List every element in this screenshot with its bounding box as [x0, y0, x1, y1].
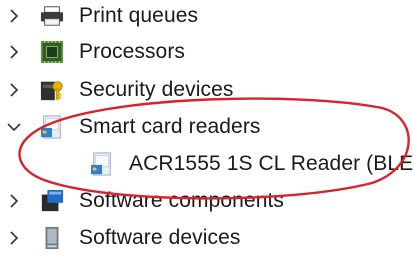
tree-item-label: Smart card readers: [79, 115, 261, 138]
tree-item-label: ACR1555 1S CL Reader (BLE): [129, 152, 414, 175]
software-device-icon: [40, 226, 64, 250]
tree-item-software-components[interactable]: Software components: [6, 183, 284, 219]
chevron-right-icon[interactable]: [6, 228, 22, 248]
tree-item-label: Software components: [79, 189, 285, 212]
device-manager-tree: Print queues Processors Security devices…: [0, 0, 414, 257]
chevron-right-icon[interactable]: [6, 80, 22, 100]
tree-item-software-devices[interactable]: Software devices: [6, 220, 241, 256]
chevron-right-icon[interactable]: [6, 42, 22, 62]
tree-item-processors[interactable]: Processors: [6, 34, 185, 70]
tree-item-smart-card-readers[interactable]: Smart card readers: [6, 109, 261, 145]
tree-item-label: Security devices: [79, 78, 234, 101]
software-components-icon: [40, 189, 64, 213]
tree-item-label: Processors: [79, 40, 186, 63]
printer-icon: [40, 4, 64, 28]
chevron-right-icon[interactable]: [6, 191, 22, 211]
tree-item-label: Print queues: [79, 4, 199, 27]
chevron-right-icon[interactable]: [6, 6, 22, 26]
tree-item-security-devices[interactable]: Security devices: [6, 72, 234, 108]
processor-icon: [40, 40, 64, 64]
security-key-icon: [40, 78, 64, 102]
tree-item-print-queues[interactable]: Print queues: [6, 0, 198, 34]
tree-item-acr1555-reader[interactable]: ACR1555 1S CL Reader (BLE): [90, 146, 414, 182]
chevron-down-icon[interactable]: [6, 117, 22, 137]
tree-item-label: Software devices: [79, 226, 241, 249]
smart-card-reader-icon: [90, 152, 114, 176]
smart-card-reader-icon: [40, 115, 64, 139]
